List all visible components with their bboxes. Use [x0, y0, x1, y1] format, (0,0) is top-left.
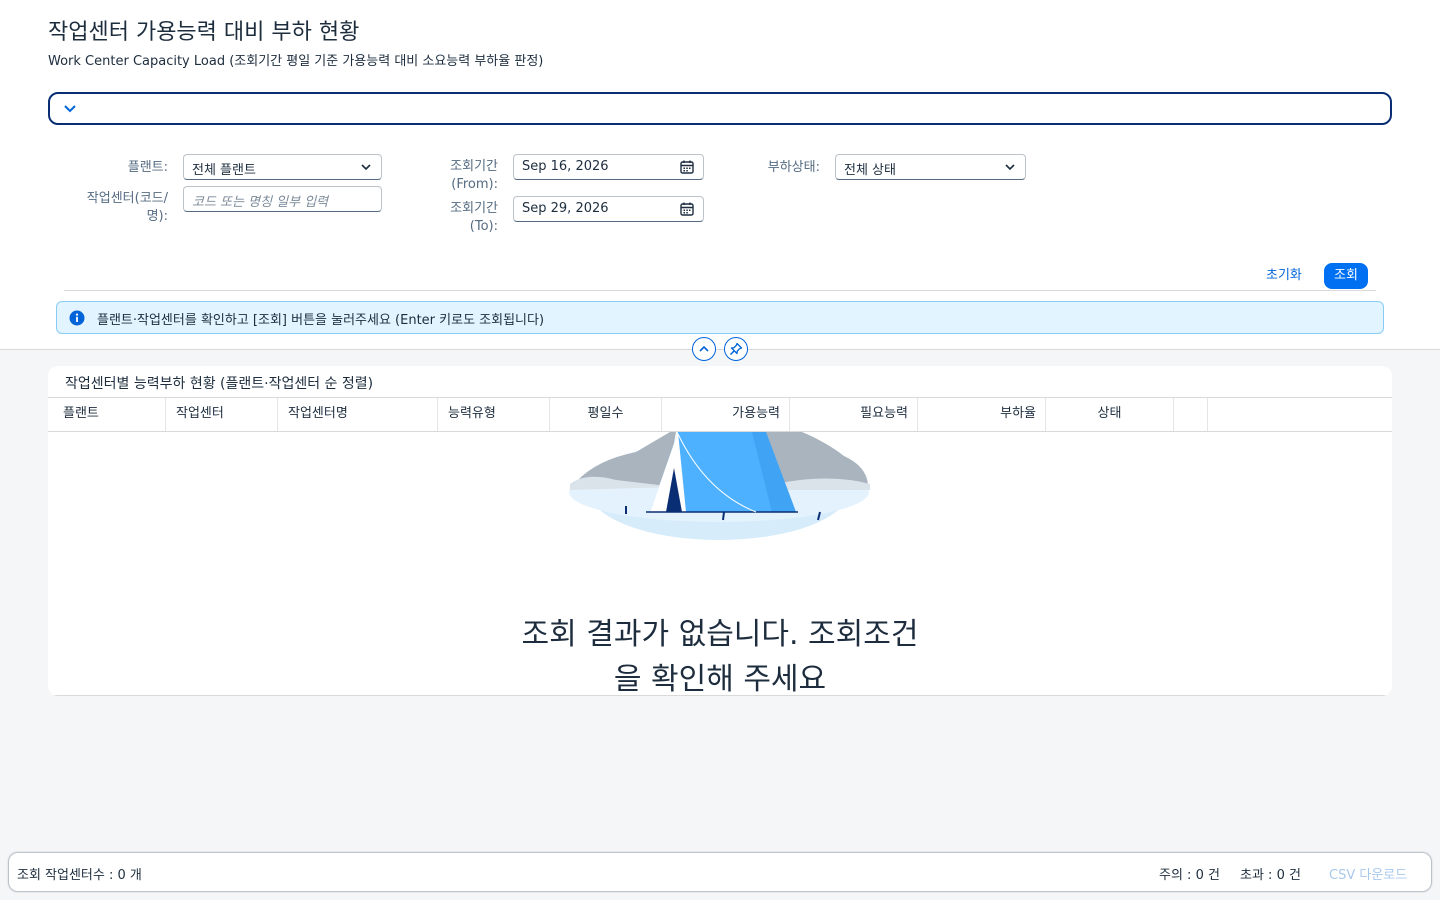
load-status-value: 전체 상태 [844, 163, 896, 178]
table-header-row: 플랜트 작업센터 작업센터명 능력유형 평일수 가용능력 필요능력 부하율 상태 [48, 397, 1392, 432]
no-data-line-1: 조회 결과가 없습니다. 조회조건 [521, 617, 919, 652]
column-header-spacer [1174, 398, 1208, 431]
no-data-line-2: 을 확인해 주세요 [613, 662, 827, 696]
column-header-status[interactable]: 상태 [1046, 398, 1174, 431]
work-center-placeholder: 코드 또는 명칭 일부 입력 [192, 195, 329, 210]
column-header-load-rate[interactable]: 부하율 [918, 398, 1046, 431]
chevron-up-icon [699, 345, 709, 352]
column-header-available-capacity[interactable]: 가용능력 [662, 398, 790, 431]
plant-select[interactable]: 전체 플랜트 [183, 154, 382, 180]
no-data-message: 조회 결과가 없습니다. 조회조건 을 확인해 주세요 [48, 612, 1392, 696]
load-status-select[interactable]: 전체 상태 [835, 154, 1026, 180]
collapse-header-button[interactable] [692, 337, 716, 361]
exceeded-count: 초과 : 0 건 [1240, 868, 1301, 883]
period-from-label: 조회기간 (From): [450, 159, 498, 192]
period-to-datepicker[interactable]: Sep 29, 2026 [513, 196, 704, 222]
filter-divider [64, 290, 1376, 291]
work-center-input[interactable]: 코드 또는 명칭 일부 입력 [183, 186, 382, 212]
table-title: 작업센터별 능력부하 현황 (플랜트·작업센터 순 정렬) [65, 376, 374, 392]
period-to-label: 조회기간 (To): [450, 201, 498, 234]
column-header-work-center-name[interactable]: 작업센터명 [278, 398, 438, 431]
chevron-down-icon [1005, 164, 1015, 171]
calendar-icon[interactable] [679, 159, 695, 175]
chevron-down-icon [64, 105, 76, 113]
plant-label: 플랜트: [127, 160, 168, 175]
csv-download-button[interactable]: CSV 다운로드 [1329, 864, 1407, 883]
load-table-card: 작업센터별 능력부하 현황 (플랜트·작업센터 순 정렬) 플랜트 작업센터 작… [48, 366, 1392, 696]
filter-bar-toggle[interactable] [48, 92, 1392, 125]
period-to-value: Sep 29, 2026 [522, 201, 609, 216]
work-center-label: 작업센터(코드/명): [86, 191, 168, 224]
calendar-icon[interactable] [679, 201, 695, 217]
search-button[interactable]: 조회 [1324, 263, 1368, 289]
column-header-required-capacity[interactable]: 필요능력 [790, 398, 918, 431]
column-header-capacity-type[interactable]: 능력유형 [438, 398, 550, 431]
reset-button[interactable]: 초기화 [1258, 264, 1310, 288]
column-header-work-center[interactable]: 작업센터 [166, 398, 278, 431]
work-center-count: 조회 작업센터수 : 0 개 [17, 868, 142, 883]
table-bottom-border [48, 695, 1392, 696]
no-data-tent-illustration [569, 432, 870, 540]
page-header: 작업센터 가용능력 대비 부하 현황 Work Center Capacity … [0, 0, 1440, 350]
warning-count: 주의 : 0 건 [1159, 868, 1220, 883]
page-subtitle: Work Center Capacity Load (조회기간 평일 기준 가용… [48, 54, 544, 69]
plant-select-value: 전체 플랜트 [192, 163, 256, 178]
info-message-text: 플랜트·작업센터를 확인하고 [조회] 버튼을 눌러주세요 (Enter 키로도… [97, 313, 545, 328]
footer-toolbar: 조회 작업센터수 : 0 개 주의 : 0 건 초과 : 0 건 CSV 다운로… [8, 852, 1432, 892]
info-message-strip: 플랜트·작업센터를 확인하고 [조회] 버튼을 눌러주세요 (Enter 키로도… [56, 301, 1384, 334]
column-header-plant[interactable]: 플랜트 [48, 398, 166, 431]
info-icon [69, 310, 85, 326]
pin-header-button[interactable] [724, 337, 748, 361]
period-from-value: Sep 16, 2026 [522, 159, 609, 174]
column-header-workdays[interactable]: 평일수 [550, 398, 662, 431]
load-status-label: 부하상태: [767, 160, 820, 175]
period-from-datepicker[interactable]: Sep 16, 2026 [513, 154, 704, 180]
page-title: 작업센터 가용능력 대비 부하 현황 [48, 20, 360, 45]
chevron-down-icon [361, 164, 371, 171]
pin-icon [730, 342, 743, 355]
